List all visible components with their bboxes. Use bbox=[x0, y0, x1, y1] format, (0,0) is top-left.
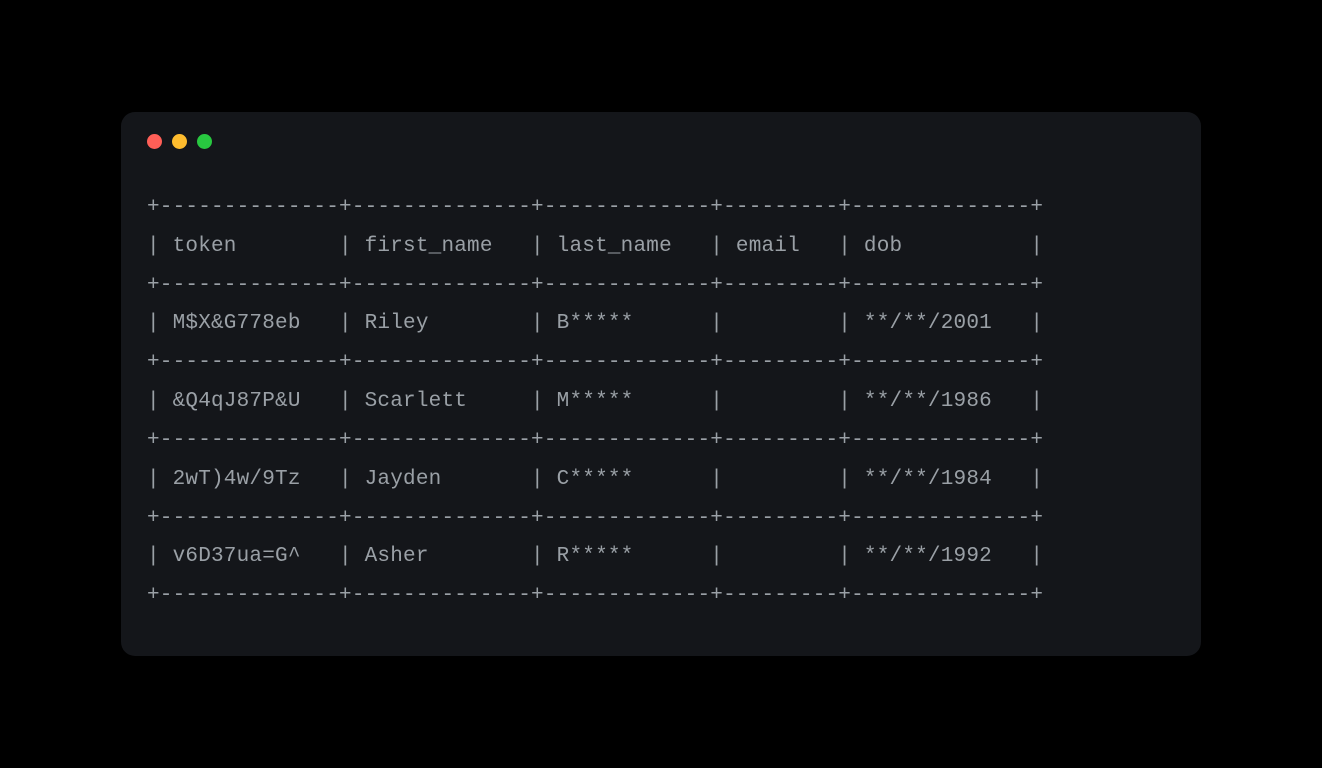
minimize-button[interactable] bbox=[172, 134, 187, 149]
ascii-table: +--------------+--------------+---------… bbox=[147, 196, 1043, 607]
close-button[interactable] bbox=[147, 134, 162, 149]
terminal-output: +--------------+--------------+---------… bbox=[121, 159, 1201, 656]
zoom-button[interactable] bbox=[197, 134, 212, 149]
window-titlebar bbox=[121, 112, 1201, 159]
terminal-window: +--------------+--------------+---------… bbox=[121, 112, 1201, 656]
